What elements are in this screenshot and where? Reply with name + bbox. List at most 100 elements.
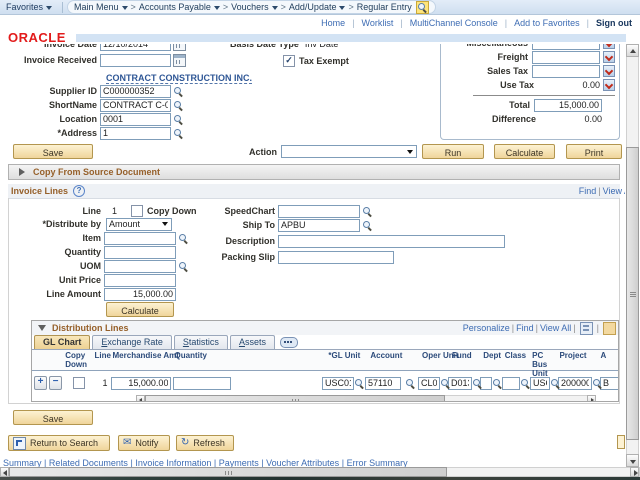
scroll-left-icon[interactable] — [0, 467, 9, 477]
find-link[interactable]: Find — [579, 186, 597, 196]
tab-statistics[interactable]: Statistics — [174, 335, 228, 349]
help-icon[interactable]: ? — [73, 185, 85, 197]
show-all-columns-icon[interactable] — [280, 337, 298, 348]
gl-unit-field[interactable] — [322, 377, 354, 390]
scroll-down-icon[interactable] — [626, 454, 639, 467]
worklist-link[interactable]: Worklist — [362, 18, 394, 28]
oper-unit-field[interactable] — [418, 377, 440, 390]
vertical-scrollbar[interactable] — [626, 44, 639, 467]
class-field[interactable] — [502, 377, 520, 390]
calendar-icon[interactable] — [173, 44, 186, 51]
miscellaneous-field[interactable] — [532, 44, 600, 50]
lookup-icon[interactable] — [354, 378, 365, 389]
pc-bus-unit-field[interactable] — [530, 377, 550, 390]
notify-button[interactable]: ✉ Notify — [118, 435, 170, 451]
lookup-icon[interactable] — [173, 86, 184, 97]
view-all-link[interactable]: View All — [603, 186, 625, 196]
lookup-icon[interactable] — [440, 378, 451, 389]
scrollbar-thumb[interactable] — [145, 395, 445, 402]
return-to-search-button[interactable]: Return to Search — [8, 435, 110, 451]
breadcrumb-add-update[interactable]: Add/Update — [289, 2, 346, 12]
payments-link[interactable]: Payments — [219, 458, 259, 467]
refresh-button[interactable]: ↻ Refresh — [176, 435, 234, 451]
transfer-icon[interactable] — [603, 44, 615, 49]
copy-down-checkbox[interactable] — [131, 205, 143, 217]
scrollbar-thumb[interactable] — [626, 147, 639, 440]
tab-gl-chart[interactable]: GL Chart — [34, 335, 90, 349]
row-copy-down-checkbox[interactable] — [73, 377, 85, 389]
breadcrumb-regular-entry[interactable]: Regular Entry — [357, 2, 412, 12]
calendar-icon[interactable] — [173, 54, 186, 67]
run-button[interactable]: Run — [422, 144, 484, 159]
speedchart-field[interactable] — [278, 205, 360, 218]
calculate-line-button[interactable]: Calculate — [106, 302, 174, 317]
merchandise-amt-field[interactable] — [111, 377, 171, 390]
supplier-name-link[interactable]: CONTRACT CONSTRUCTION INC. — [106, 73, 252, 84]
breadcrumb-search-icon[interactable] — [416, 1, 429, 14]
calculate-button[interactable]: Calculate — [494, 144, 555, 159]
tab-assets[interactable]: Assets — [230, 335, 275, 349]
scroll-left-icon[interactable] — [136, 395, 145, 402]
lookup-icon[interactable] — [362, 220, 373, 231]
clipped-edge-button[interactable] — [617, 435, 625, 449]
breadcrumb-accounts-payable[interactable]: Accounts Payable — [139, 2, 220, 12]
copy-from-source-section[interactable]: Copy From Source Document — [8, 164, 620, 180]
uom-field[interactable] — [104, 260, 176, 273]
add-row-button[interactable]: + — [34, 376, 47, 390]
scroll-up-icon[interactable] — [626, 44, 639, 57]
quantity-field[interactable] — [104, 246, 176, 259]
horizontal-scrollbar[interactable] — [0, 467, 640, 477]
distribute-by-select[interactable]: Amount — [106, 218, 172, 231]
invoice-date-field[interactable] — [100, 44, 171, 51]
transfer-icon[interactable] — [603, 65, 615, 77]
view-all-link[interactable]: View All — [540, 323, 571, 333]
grid-horizontal-scrollbar[interactable] — [136, 395, 596, 402]
total-field[interactable] — [534, 99, 602, 112]
lookup-icon[interactable] — [492, 378, 503, 389]
lookup-icon[interactable] — [178, 261, 189, 272]
save-button-bottom[interactable]: Save — [13, 410, 93, 425]
scrollbar-thumb[interactable] — [9, 467, 447, 477]
summary-link[interactable]: Summary — [3, 458, 42, 467]
action-select[interactable] — [281, 145, 417, 158]
zoom-grid-icon[interactable] — [603, 322, 616, 335]
breadcrumb-vouchers[interactable]: Vouchers — [231, 2, 278, 12]
shortname-field[interactable] — [100, 99, 171, 112]
ship-to-field[interactable] — [278, 219, 360, 232]
voucher-attributes-link[interactable]: Voucher Attributes — [266, 458, 339, 467]
breadcrumb-main-menu[interactable]: Main Menu — [74, 2, 128, 12]
scroll-right-icon[interactable] — [630, 467, 639, 477]
lookup-icon[interactable] — [173, 128, 184, 139]
tax-exempt-checkbox[interactable]: ✓ — [283, 55, 295, 67]
freight-field[interactable] — [532, 51, 600, 64]
description-field[interactable] — [278, 235, 505, 248]
favorites-menu[interactable]: Favorites — [6, 2, 52, 12]
tab-exchange-rate[interactable]: Exchange Rate — [92, 335, 172, 349]
fund-field[interactable] — [448, 377, 472, 390]
invoice-received-field[interactable] — [100, 54, 171, 67]
delete-row-button[interactable]: − — [49, 376, 62, 390]
lookup-icon[interactable] — [550, 378, 561, 389]
collapse-triangle-icon[interactable] — [38, 325, 46, 331]
supplier-id-field[interactable] — [100, 85, 171, 98]
scroll-right-icon[interactable] — [587, 395, 596, 402]
lookup-icon[interactable] — [520, 378, 531, 389]
unit-price-field[interactable] — [104, 274, 176, 287]
packing-slip-field[interactable] — [278, 251, 394, 264]
lookup-icon[interactable] — [472, 378, 483, 389]
print-button[interactable]: Print — [566, 144, 622, 159]
save-button[interactable]: Save — [13, 144, 93, 159]
lookup-icon[interactable] — [173, 100, 184, 111]
project-field[interactable] — [558, 377, 592, 390]
find-link[interactable]: Find — [516, 323, 534, 333]
expand-triangle-icon[interactable] — [19, 168, 25, 176]
lookup-icon[interactable] — [178, 233, 189, 244]
transfer-icon[interactable] — [603, 79, 615, 91]
personalize-link[interactable]: Personalize — [463, 323, 510, 333]
address-field[interactable] — [100, 127, 171, 140]
account-field[interactable] — [365, 377, 401, 390]
download-grid-icon[interactable] — [580, 322, 593, 335]
line-amount-field[interactable] — [104, 288, 176, 301]
error-summary-link[interactable]: Error Summary — [347, 458, 408, 467]
lookup-icon[interactable] — [173, 114, 184, 125]
